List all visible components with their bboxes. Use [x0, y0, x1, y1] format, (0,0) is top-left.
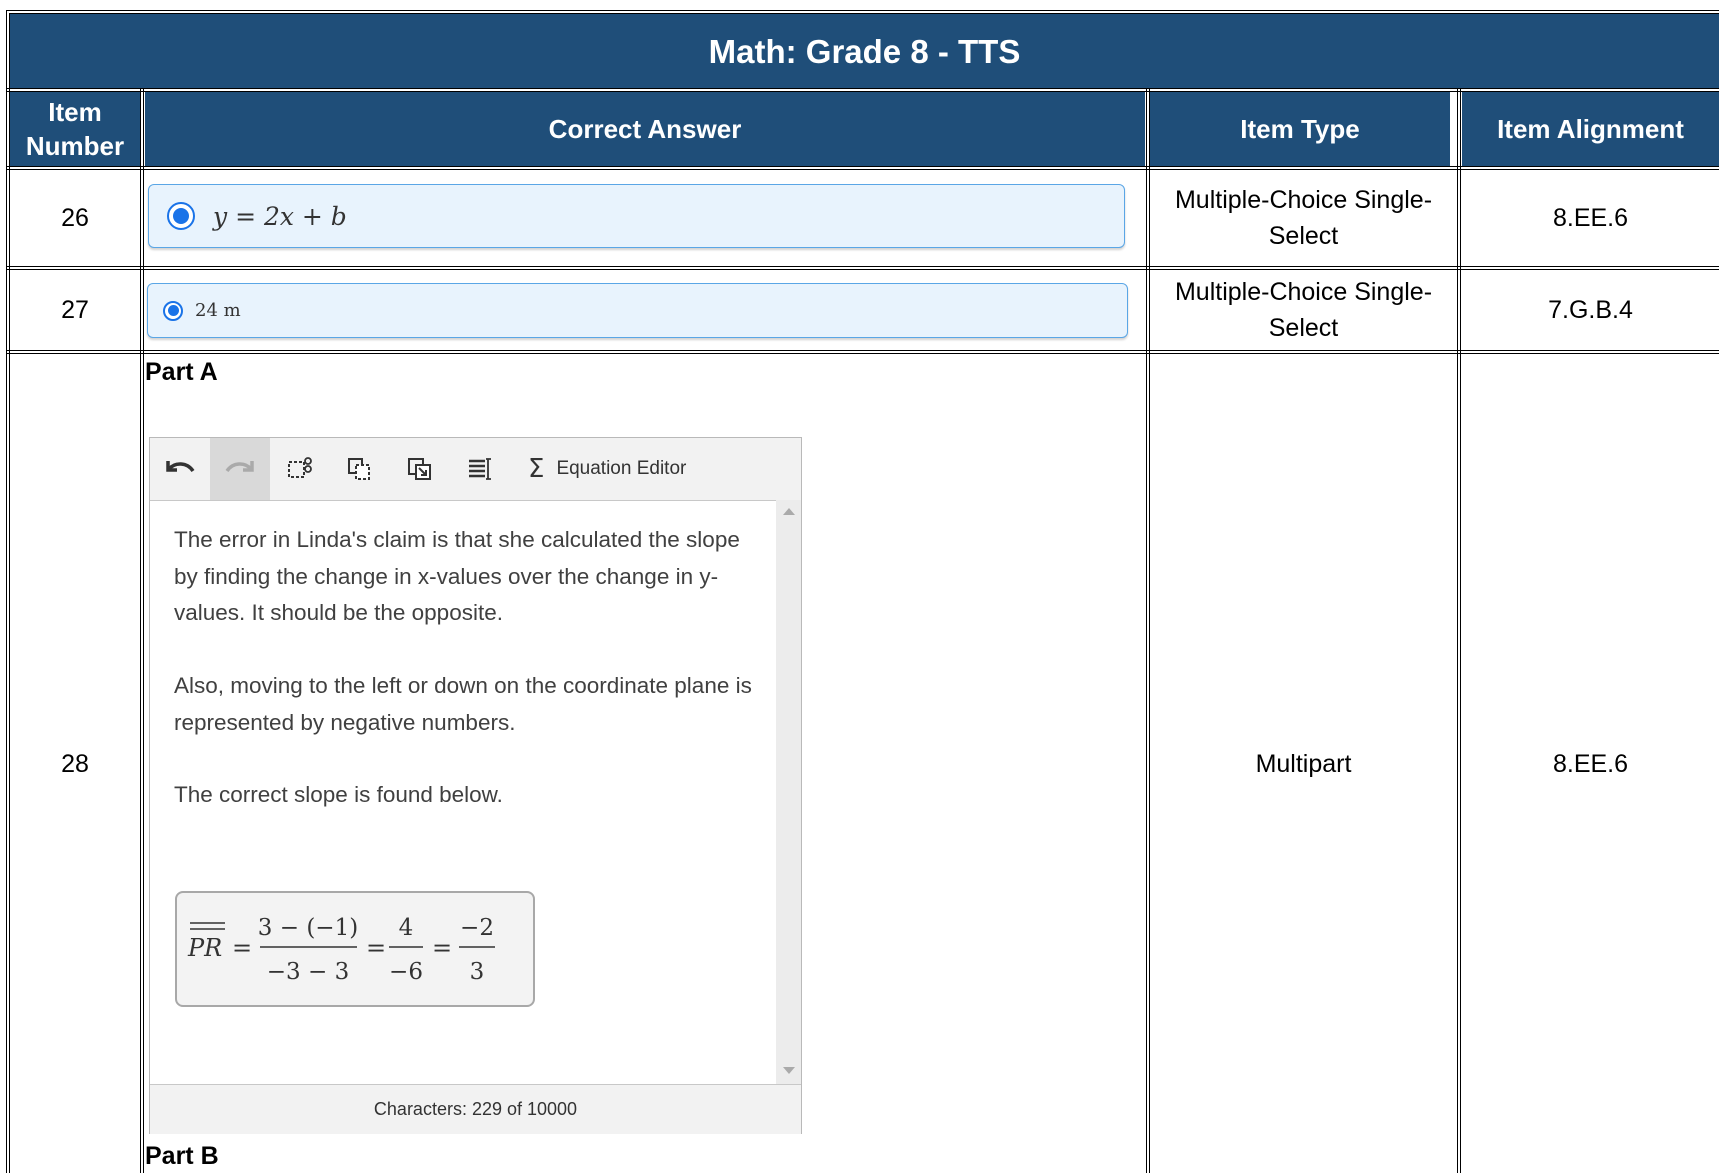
part-a-label: Part A — [145, 358, 218, 386]
paste-icon[interactable] — [390, 438, 450, 500]
column-header-correct-answer: Correct Answer — [145, 92, 1145, 166]
editor-content[interactable]: The error in Linda's claim is that she c… — [150, 500, 776, 1084]
scroll-up-icon[interactable] — [783, 508, 795, 515]
response-editor[interactable]: Σ Equation Editor The error in Linda's c… — [149, 437, 802, 1134]
column-header-item-alignment: Item Alignment — [1462, 92, 1719, 166]
answer-key-page: Math: Grade 8 - TTS Item Number Correct … — [0, 0, 1719, 1173]
grid-line — [1457, 88, 1461, 1173]
grid-line — [6, 88, 1719, 92]
sigma-icon: Σ — [528, 454, 545, 484]
answer-option-26[interactable]: y = 2x + b — [148, 184, 1125, 248]
fraction1-denominator: −3 − 3 — [267, 959, 349, 985]
fraction2-denominator: −6 — [389, 959, 423, 985]
item-number-28: 28 — [61, 749, 89, 778]
slope-equation: PR = 3 − (−1) −3 − 3 = 4 −6 = −2 3 — [187, 915, 495, 985]
column-header-item-number: Item Number — [10, 92, 140, 166]
answer-text: 24 m — [195, 300, 241, 321]
equation-lhs: PR — [187, 934, 222, 962]
equation-editor-label: Equation Editor — [556, 458, 687, 479]
character-counter: Characters: 229 of 10000 — [150, 1084, 801, 1134]
radio-selected-icon[interactable] — [163, 300, 183, 321]
fraction2-numerator: 4 — [399, 915, 414, 941]
copy-icon[interactable] — [330, 438, 390, 500]
editor-scrollbar[interactable] — [776, 500, 801, 1084]
item-alignment-26: 8.EE.6 — [1552, 204, 1629, 232]
editor-toolbar: Σ Equation Editor — [150, 438, 801, 501]
cut-icon[interactable] — [270, 438, 330, 500]
fraction1-numerator: 3 − (−1) — [258, 915, 358, 941]
grid-line — [140, 88, 144, 1173]
item-type-28: Multipart — [1255, 749, 1352, 778]
item-alignment-27: 7.G.B.4 — [1548, 296, 1633, 324]
item-number-26: 26 — [61, 204, 89, 232]
response-paragraph: The error in Linda's claim is that she c… — [174, 527, 740, 625]
item-number-27: 27 — [61, 296, 89, 324]
equation-editor-button[interactable]: Σ Equation Editor — [528, 438, 686, 500]
scroll-down-icon[interactable] — [783, 1067, 795, 1074]
redo-icon[interactable] — [210, 438, 270, 500]
radio-selected-icon[interactable] — [167, 202, 195, 230]
answer-option-27[interactable]: 24 m — [147, 283, 1128, 338]
response-paragraph: Also, moving to the left or down on the … — [174, 673, 752, 735]
svg-text:=: = — [432, 934, 452, 962]
page-title: Math: Grade 8 - TTS — [10, 14, 1719, 89]
part-b-label: Part B — [145, 1142, 219, 1170]
fraction3-numerator: −2 — [460, 915, 494, 941]
item-type-27: Multiple-Choice Single-Select — [1174, 278, 1433, 342]
svg-text:=: = — [366, 934, 386, 962]
column-header-item-type: Item Type — [1150, 92, 1450, 166]
undo-icon[interactable] — [150, 438, 210, 500]
special-characters-icon[interactable] — [450, 438, 510, 500]
item-alignment-28: 8.EE.6 — [1552, 749, 1629, 778]
equation-box[interactable]: PR = 3 − (−1) −3 − 3 = 4 −6 = −2 3 — [175, 891, 535, 1007]
item-type-26: Multiple-Choice Single-Select — [1174, 186, 1433, 250]
response-paragraph: The correct slope is found below. — [174, 782, 503, 807]
svg-text:=: = — [232, 934, 252, 962]
answer-text: y = 2x + b — [213, 201, 347, 231]
fraction3-denominator: 3 — [470, 959, 485, 985]
